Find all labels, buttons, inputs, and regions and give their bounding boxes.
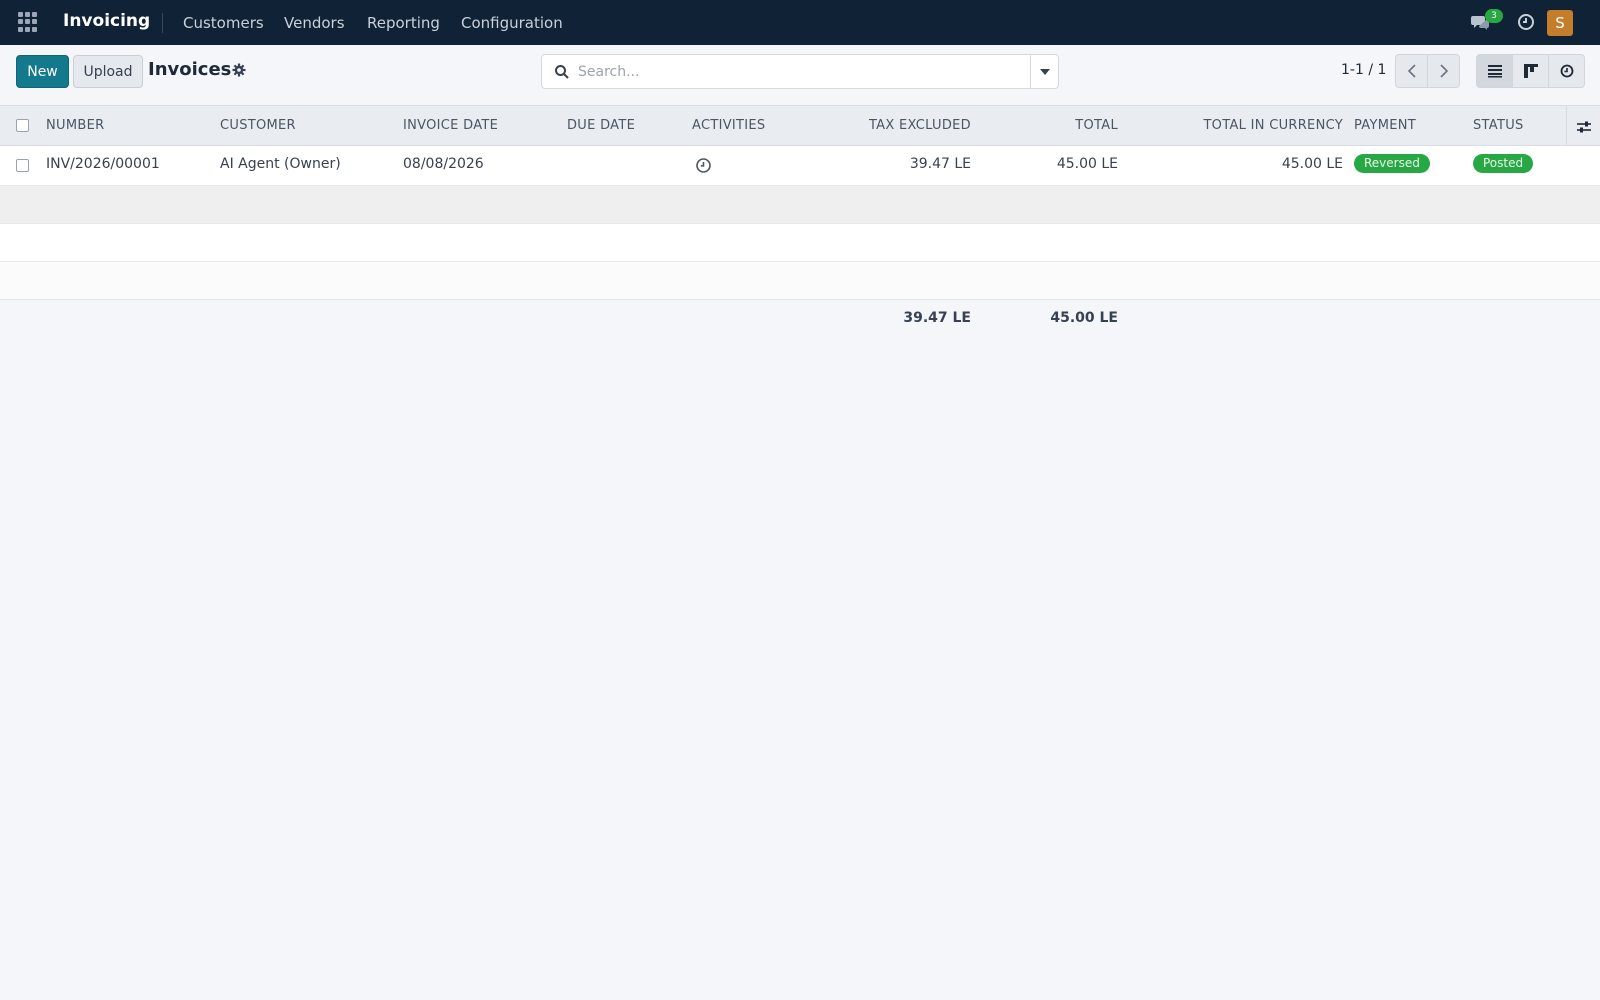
pager-value[interactable]: 1-1 / 1: [1341, 62, 1386, 78]
search-bar: [541, 54, 1059, 89]
empty-row: [0, 262, 1600, 300]
kanban-view-icon[interactable]: [1512, 54, 1549, 88]
user-avatar[interactable]: S: [1547, 10, 1573, 36]
gear-icon[interactable]: [232, 63, 246, 81]
apps-grid-icon[interactable]: [18, 12, 38, 32]
chevron-right-icon[interactable]: [1427, 54, 1460, 88]
upload-button[interactable]: Upload: [73, 55, 143, 88]
app-brand[interactable]: Invoicing: [63, 11, 150, 31]
list-header: NUMBER CUSTOMER INVOICE DATE DUE DATE AC…: [0, 105, 1600, 146]
caret-down-icon[interactable]: [1030, 55, 1059, 88]
cell-customer: AI Agent (Owner): [220, 156, 341, 172]
column-activities[interactable]: ACTIVITIES: [692, 118, 765, 133]
cell-invoice-date: 08/08/2026: [403, 156, 484, 172]
select-all-checkbox[interactable]: [16, 119, 29, 132]
top-navbar: Invoicing Customers Vendors Reporting Co…: [0, 0, 1600, 45]
menu-vendors[interactable]: Vendors: [284, 14, 345, 32]
cell-tax-excluded: 39.47 LE: [909, 156, 971, 172]
clock-icon[interactable]: [1516, 12, 1536, 36]
column-settings-icon[interactable]: [1567, 116, 1600, 138]
menu-customers[interactable]: Customers: [183, 14, 264, 32]
search-icon: [554, 64, 570, 84]
new-button[interactable]: New: [16, 55, 69, 88]
payment-status-badge: Reversed: [1354, 154, 1430, 173]
total-tax-excluded: 39.47 LE: [903, 310, 971, 326]
column-tax-excluded[interactable]: TAX EXCLUDED: [869, 118, 971, 133]
activity-clock-icon[interactable]: [695, 157, 712, 178]
menu-reporting[interactable]: Reporting: [367, 14, 440, 32]
chat-count-badge: 3: [1485, 9, 1503, 23]
column-number[interactable]: NUMBER: [46, 118, 104, 133]
row-checkbox[interactable]: [16, 159, 29, 172]
empty-row: [0, 186, 1600, 224]
list-view-icon[interactable]: [1476, 54, 1513, 88]
total-amount: 45.00 LE: [1050, 310, 1118, 326]
column-total-in-currency[interactable]: TOTAL IN CURRENCY: [1203, 118, 1343, 133]
cell-total-in-currency: 45.00 LE: [1281, 156, 1343, 172]
cell-number: INV/2026/00001: [46, 156, 160, 172]
column-invoice-date[interactable]: INVOICE DATE: [403, 118, 498, 133]
chevron-left-icon[interactable]: [1395, 54, 1428, 88]
nav-divider: [162, 13, 163, 33]
column-due-date[interactable]: DUE DATE: [567, 118, 635, 133]
search-input[interactable]: [578, 60, 1008, 84]
empty-row: [0, 224, 1600, 262]
column-status[interactable]: STATUS: [1473, 118, 1524, 133]
table-row[interactable]: INV/2026/00001 AI Agent (Owner) 08/08/20…: [0, 146, 1600, 186]
column-payment[interactable]: PAYMENT: [1354, 118, 1416, 133]
column-customer[interactable]: CUSTOMER: [220, 118, 296, 133]
column-total[interactable]: TOTAL: [1075, 118, 1118, 133]
status-badge: Posted: [1473, 154, 1534, 173]
page-title: Invoices: [148, 59, 232, 80]
activity-view-icon[interactable]: [1548, 54, 1585, 88]
cell-total: 45.00 LE: [1056, 156, 1118, 172]
menu-configuration[interactable]: Configuration: [461, 14, 563, 32]
